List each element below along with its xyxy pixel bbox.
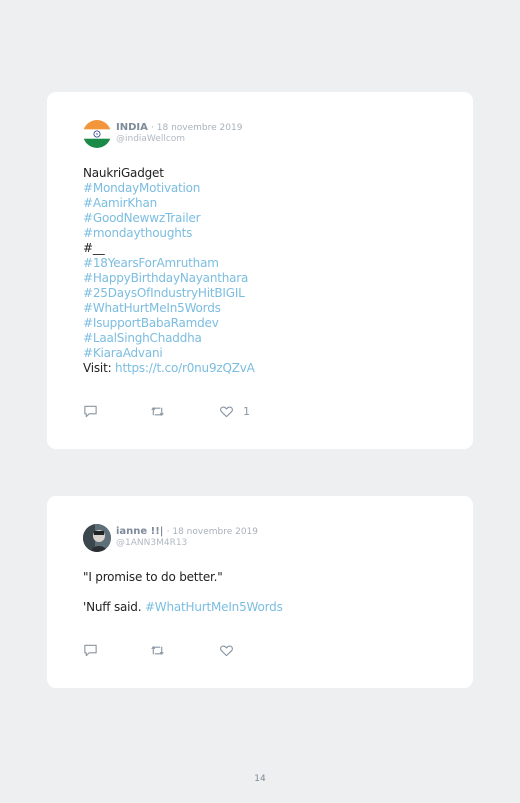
tweet-closing-line: 'Nuff said. #WhatHurtMeIn5Words: [83, 600, 283, 615]
hashtag-link[interactable]: #mondaythoughts: [83, 226, 255, 241]
tweet-header: INDIA · 18 novembre 2019 @indiaWellcom: [116, 122, 242, 145]
tweet-header: ianne !!| · 18 novembre 2019 @1ANN3M4R13: [116, 526, 258, 549]
tweet-text: NaukriGadget #MondayMotivation #AamirKha…: [83, 166, 255, 376]
hashtag-link[interactable]: #MondayMotivation: [83, 181, 255, 196]
page-number: 14: [254, 774, 266, 784]
closing-text: 'Nuff said.: [83, 600, 142, 614]
author-handle[interactable]: @indiaWellcom: [116, 134, 242, 145]
retweet-button[interactable]: [150, 642, 165, 658]
reply-button[interactable]: [83, 403, 98, 419]
heart-icon: [220, 645, 233, 656]
tweet-card: ianne !!| · 18 novembre 2019 @1ANN3M4R13…: [47, 496, 473, 688]
visit-label: Visit:: [83, 361, 112, 375]
tweet-text: "I promise to do better." 'Nuff said. #W…: [83, 570, 283, 615]
hashtag-link[interactable]: #WhatHurtMeIn5Words: [145, 600, 283, 614]
hashtag-link[interactable]: #HappyBirthdayNayanthara: [83, 271, 255, 286]
visit-line: Visit: https://t.co/r0nu9zQZvA: [83, 361, 255, 376]
tweet-line: #__: [83, 241, 105, 255]
hashtag-link[interactable]: #IsupportBabaRamdev: [83, 316, 255, 331]
author-name[interactable]: INDIA: [116, 122, 148, 133]
profile-photo-icon: [83, 524, 111, 552]
retweet-icon: [151, 406, 164, 416]
hashtag-link[interactable]: #LaalSinghChaddha: [83, 331, 255, 346]
reply-button[interactable]: [83, 642, 98, 658]
visit-url-link[interactable]: https://t.co/r0nu9zQZvA: [115, 361, 255, 375]
hashtag-link[interactable]: #25DaysOfIndustryHitBIGIL: [83, 286, 255, 301]
tweet-line: NaukriGadget: [83, 166, 164, 180]
hashtag-link[interactable]: #GoodNewwzTrailer: [83, 211, 255, 226]
like-button[interactable]: 1: [219, 403, 250, 419]
tweet-actions: 1: [83, 403, 283, 419]
author-name[interactable]: ianne !!|: [116, 526, 163, 537]
tweet-actions: [83, 642, 283, 658]
like-button[interactable]: [219, 642, 234, 658]
hashtag-link[interactable]: #AamirKhan: [83, 196, 255, 211]
hashtag-link[interactable]: #KiaraAdvani: [83, 346, 255, 361]
tweet-date[interactable]: · 18 novembre 2019: [167, 527, 258, 537]
like-count: 1: [243, 404, 250, 418]
hashtag-link[interactable]: #WhatHurtMeIn5Words: [83, 301, 255, 316]
avatar[interactable]: [83, 120, 111, 148]
tweet-quote: "I promise to do better.": [83, 570, 223, 584]
avatar[interactable]: [83, 524, 111, 552]
heart-icon: [220, 406, 233, 417]
speech-bubble-icon: [84, 405, 97, 417]
author-handle[interactable]: @1ANN3M4R13: [116, 538, 258, 549]
retweet-button[interactable]: [150, 403, 165, 419]
speech-bubble-icon: [84, 644, 97, 656]
tweet-date[interactable]: · 18 novembre 2019: [151, 123, 242, 133]
india-flag-icon: [83, 120, 111, 148]
tweet-card: INDIA · 18 novembre 2019 @indiaWellcom N…: [47, 92, 473, 449]
hashtag-link[interactable]: #18YearsForAmrutham: [83, 256, 255, 271]
retweet-icon: [151, 645, 164, 655]
